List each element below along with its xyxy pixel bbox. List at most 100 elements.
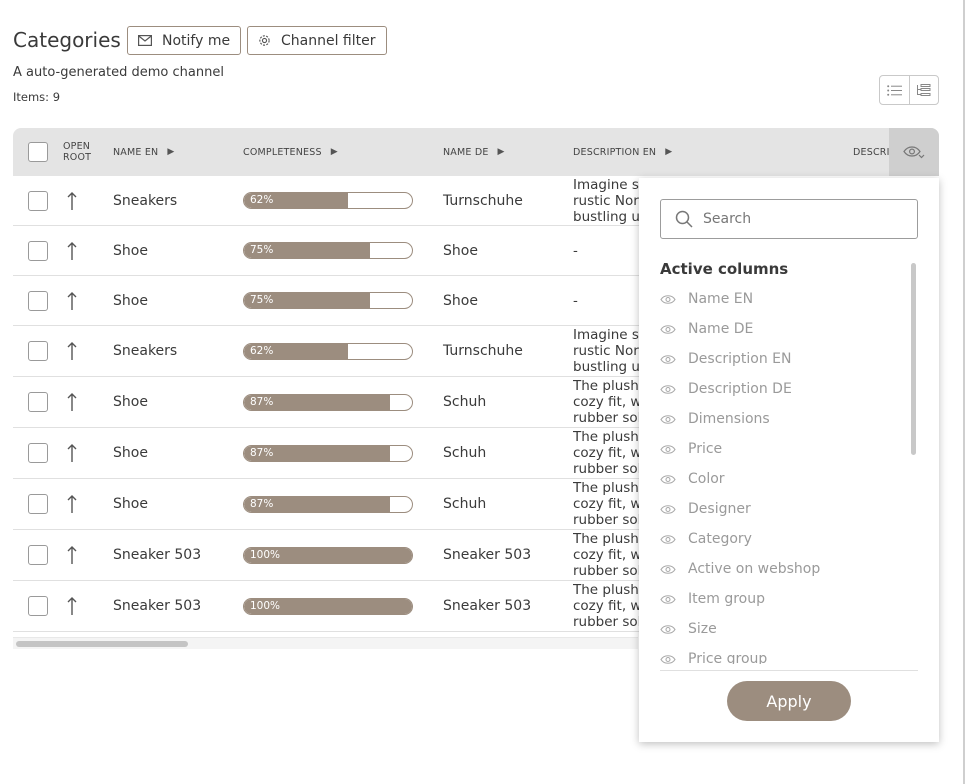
- description-line: -: [573, 242, 578, 259]
- column-option[interactable]: Name DE: [660, 314, 915, 344]
- name-de-cell: Schuh: [443, 445, 487, 461]
- sort-arrow-icon: ▶: [330, 147, 338, 157]
- column-option[interactable]: Color: [660, 464, 915, 494]
- row-checkbox[interactable]: [28, 545, 48, 565]
- description-line: rustic Nor: [573, 192, 639, 209]
- row-checkbox[interactable]: [28, 290, 48, 311]
- completeness-label: 75%: [250, 294, 274, 306]
- channel-filter-label: Channel filter: [281, 32, 376, 49]
- column-option[interactable]: Active on webshop: [660, 554, 915, 584]
- header-name-en[interactable]: NAME EN ▶: [113, 128, 174, 176]
- sort-arrow-icon: ▶: [167, 147, 175, 157]
- completeness-cell: 62%: [243, 326, 413, 376]
- arrow-up-icon: [67, 241, 77, 260]
- column-search-input[interactable]: [703, 211, 903, 227]
- completeness-label: 62%: [250, 344, 274, 357]
- description-line: bustling ur: [573, 208, 639, 225]
- tree-view-button[interactable]: [908, 76, 939, 104]
- notify-me-button[interactable]: Notify me: [127, 26, 242, 55]
- header-name-de[interactable]: NAME DE ▶: [443, 128, 505, 176]
- completeness-cell: 100%: [243, 581, 413, 631]
- column-option[interactable]: Description EN: [660, 344, 915, 374]
- row-checkbox[interactable]: [28, 392, 48, 412]
- row-checkbox[interactable]: [28, 596, 48, 616]
- name-en-cell: Sneakers: [113, 343, 178, 359]
- name-en-cell: Sneaker 503: [113, 547, 202, 563]
- column-option[interactable]: Price: [660, 434, 915, 464]
- header-description-de[interactable]: DESCRI: [853, 128, 889, 176]
- column-option[interactable]: Price group: [660, 644, 915, 664]
- page-title: Categories: [13, 28, 121, 52]
- select-all-checkbox[interactable]: [28, 142, 48, 162]
- completeness-bar: 87%: [243, 495, 413, 513]
- column-option[interactable]: Item group: [660, 584, 915, 614]
- panel-divider: [660, 670, 918, 671]
- description-line: The plush: [573, 582, 639, 598]
- select-all-cell: [28, 128, 48, 176]
- column-option[interactable]: Name EN: [660, 284, 915, 314]
- row-checkbox[interactable]: [28, 190, 48, 211]
- header-description-en-label: DESCRIPTION EN: [573, 146, 657, 158]
- view-toggle: [879, 75, 939, 105]
- row-checkbox[interactable]: [28, 240, 48, 261]
- name-en-cell: Sneakers: [113, 192, 178, 209]
- column-selector-panel: Active columns Name EN Name DE Description…: [639, 178, 939, 742]
- column-option-label: Size: [688, 621, 717, 637]
- description-line: rubber sol: [573, 461, 639, 477]
- column-option-label: Category: [688, 531, 752, 547]
- row-select-cell: [28, 428, 48, 478]
- completeness-bar: 87%: [243, 444, 413, 462]
- description-line: rubber sol: [573, 563, 639, 579]
- column-list-scrollbar[interactable]: [911, 263, 916, 455]
- open-root-button[interactable]: [66, 530, 78, 580]
- column-option[interactable]: Designer: [660, 494, 915, 524]
- eye-icon: [660, 624, 676, 634]
- description-line: cozy fit, wh: [573, 496, 639, 512]
- items-count: Items: 9: [13, 90, 61, 104]
- column-visibility-toggle[interactable]: [889, 128, 939, 176]
- description-en-cell: Imagine st rustic Nor bustling ur: [573, 176, 639, 225]
- open-root-button[interactable]: [66, 479, 78, 529]
- column-option-label: Name DE: [688, 321, 754, 337]
- column-search-box[interactable]: [660, 199, 918, 239]
- row-checkbox[interactable]: [28, 494, 48, 514]
- name-de-cell: Sneaker 503: [443, 547, 532, 563]
- completeness-label: 100%: [250, 548, 281, 561]
- open-root-button[interactable]: [66, 428, 78, 478]
- arrow-up-icon: [67, 444, 77, 462]
- active-columns-heading: Active columns: [660, 260, 789, 278]
- open-root-button[interactable]: [66, 176, 78, 225]
- open-root-button[interactable]: [66, 226, 78, 275]
- table-header: OPEN ROOT NAME EN ▶ COMPLETENESS ▶ NAME DE…: [13, 128, 939, 176]
- column-option[interactable]: Size: [660, 614, 915, 644]
- header-description-en[interactable]: DESCRIPTION EN ▶: [573, 128, 672, 176]
- header-completeness[interactable]: COMPLETENESS ▶: [243, 128, 338, 176]
- column-option[interactable]: Description DE: [660, 374, 915, 404]
- row-checkbox[interactable]: [28, 443, 48, 463]
- name-en-cell: Shoe: [113, 496, 148, 512]
- completeness-label: 87%: [250, 497, 274, 510]
- open-root-button[interactable]: [66, 326, 78, 376]
- eye-icon: [660, 504, 676, 514]
- horizontal-scrollbar[interactable]: [13, 637, 638, 649]
- completeness-cell: 62%: [243, 176, 413, 225]
- horizontal-scroll-thumb[interactable]: [16, 641, 188, 647]
- column-option[interactable]: Dimensions: [660, 404, 915, 434]
- list-view-button[interactable]: [880, 76, 909, 104]
- open-root-button[interactable]: [66, 276, 78, 325]
- name-en-cell: Shoe: [113, 445, 148, 461]
- open-root-button[interactable]: [66, 581, 78, 631]
- column-option[interactable]: Category: [660, 524, 915, 554]
- row-checkbox[interactable]: [28, 341, 48, 361]
- header-name-en-label: NAME EN: [113, 146, 159, 158]
- header-open-root[interactable]: OPEN ROOT: [63, 128, 103, 176]
- apply-button[interactable]: Apply: [727, 681, 851, 721]
- description-en-cell: -: [573, 276, 639, 325]
- description-line: cozy fit, wh: [573, 547, 639, 563]
- row-select-cell: [28, 581, 48, 631]
- description-line: rubber sol: [573, 614, 639, 630]
- open-root-button[interactable]: [66, 377, 78, 427]
- eye-icon: [660, 564, 676, 574]
- column-option-label: Price: [688, 441, 723, 457]
- channel-filter-button[interactable]: Channel filter: [247, 26, 387, 55]
